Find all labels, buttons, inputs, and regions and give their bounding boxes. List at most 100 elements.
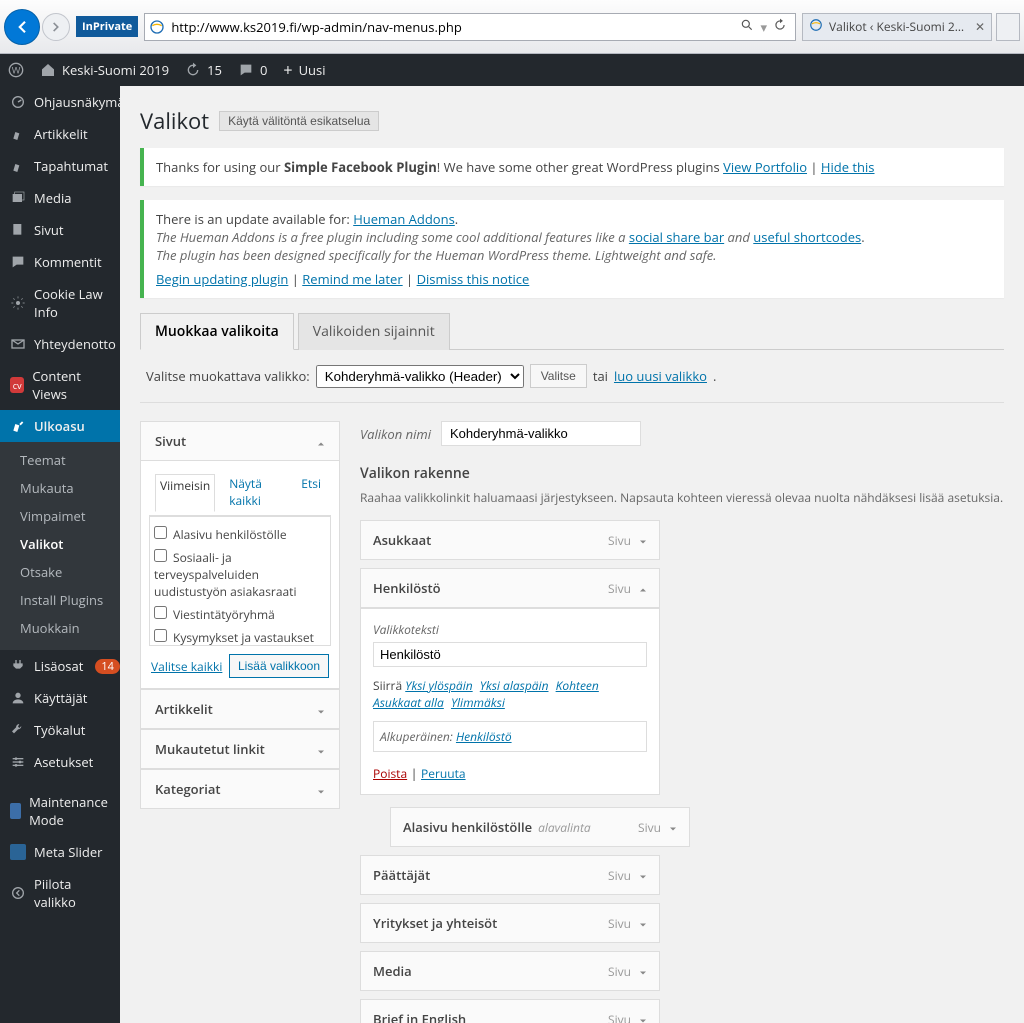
- browser-chrome: InPrivate ▾ Valikot ‹ Keski-Suomi 2019 .…: [0, 0, 1024, 54]
- tab-all[interactable]: Näytä kaikki: [225, 473, 287, 511]
- sidebar-submenu: Teemat Mukauta Vimpaimet Valikot Otsake …: [0, 442, 120, 650]
- submenu-header[interactable]: Otsake: [12, 558, 120, 586]
- sidebar-item-contentviews[interactable]: cvContent Views: [0, 360, 120, 410]
- sidebar-item-contact[interactable]: Yhteydenotto: [0, 328, 120, 360]
- sidebar-item-events[interactable]: Tapahtumat: [0, 150, 120, 182]
- refresh-icon[interactable]: [773, 18, 787, 36]
- add-to-menu-button[interactable]: Lisää valikkoon: [229, 654, 329, 678]
- menu-item-paattajat[interactable]: PäättäjätSivu: [360, 855, 660, 895]
- sidebar-item-pages[interactable]: Sivut: [0, 214, 120, 246]
- chevron-down-icon: [315, 784, 325, 794]
- hueman-addons-link[interactable]: Hueman Addons: [353, 210, 455, 228]
- tab-menu-locations[interactable]: Valikoiden sijainnit: [298, 313, 450, 350]
- page-check[interactable]: Kysymykset ja vastaukset: [154, 626, 326, 646]
- search-icon[interactable]: [740, 18, 754, 36]
- manage-menus-row: Valitse muokattava valikko: Kohderyhmä-v…: [140, 350, 1004, 403]
- page-content: Valikot Käytä välitöntä esikatselua Than…: [120, 86, 1024, 1023]
- menu-item-asukkaat[interactable]: AsukkaatSivu: [360, 520, 660, 560]
- pages-checklist[interactable]: Alasivu henkilöstölle Sosiaali- ja terve…: [149, 516, 331, 646]
- nav-forward-button[interactable]: [42, 13, 70, 41]
- wp-logo[interactable]: W: [8, 62, 24, 78]
- sidebar-item-collapse[interactable]: Piilota valikko: [0, 868, 120, 918]
- submenu-editor[interactable]: Muokkain: [12, 614, 120, 642]
- sidebar-item-media[interactable]: Media: [0, 182, 120, 214]
- page-check[interactable]: Viestintätyöryhmä: [154, 603, 326, 626]
- select-all-link[interactable]: Valitse kaikki: [151, 658, 222, 675]
- remove-link[interactable]: Poista: [373, 765, 407, 782]
- url-input[interactable]: [169, 14, 732, 40]
- chevron-down-icon: [637, 870, 647, 880]
- menu-item-media[interactable]: MediaSivu: [360, 951, 660, 991]
- submenu-menus[interactable]: Valikot: [12, 530, 120, 558]
- menu-select[interactable]: Kohderyhmä-valikko (Header): [316, 365, 524, 388]
- updates-link[interactable]: 15: [185, 61, 222, 79]
- page-check[interactable]: Alasivu henkilöstölle: [154, 523, 326, 546]
- sidebar-item-appearance[interactable]: Ulkoasu: [0, 410, 120, 442]
- sidebar-item-comments[interactable]: Kommentit: [0, 246, 120, 278]
- sidebar-item-tools[interactable]: Työkalut: [0, 714, 120, 746]
- remind-later-link[interactable]: Remind me later: [302, 270, 402, 288]
- admin-sidebar: Ohjausnäkymä Artikkelit Tapahtumat Media…: [0, 86, 120, 1023]
- accordion-pages-head[interactable]: Sivut: [141, 422, 339, 461]
- structure-title: Valikon rakenne: [360, 464, 1004, 483]
- social-share-link[interactable]: social share bar: [629, 228, 724, 246]
- dismiss-notice-link[interactable]: Dismiss this notice: [417, 270, 530, 288]
- chevron-down-icon: [637, 1014, 647, 1023]
- url-bar: ▾: [144, 13, 796, 41]
- sidebar-item-dashboard[interactable]: Ohjausnäkymä: [0, 86, 120, 118]
- sidebar-item-maintenance[interactable]: Maintenance Mode: [0, 786, 120, 836]
- nav-back-button[interactable]: [4, 9, 40, 45]
- view-portfolio-link[interactable]: View Portfolio: [723, 158, 807, 176]
- menu-item-henkilosto[interactable]: HenkilöstöSivu: [360, 568, 660, 608]
- sidebar-item-settings[interactable]: Asetukset: [0, 746, 120, 778]
- sidebar-item-cookie[interactable]: Cookie Law Info: [0, 278, 120, 328]
- ie-icon: [809, 18, 823, 36]
- page-check[interactable]: Sosiaali- ja terveyspalveluiden uudistus…: [154, 546, 326, 603]
- add-items-column: Sivut Viimeisin Näytä kaikki Etsi Alasiv…: [140, 421, 340, 1023]
- select-button[interactable]: Valitse: [530, 364, 587, 388]
- original-link[interactable]: Henkilöstö: [456, 728, 512, 745]
- move-up-link[interactable]: Yksi ylöspäin: [405, 677, 472, 694]
- move-down-link[interactable]: Yksi alaspäin: [480, 677, 549, 694]
- menu-name-input[interactable]: [441, 421, 641, 446]
- sidebar-item-posts[interactable]: Artikkelit: [0, 118, 120, 150]
- menu-item-yritykset[interactable]: Yritykset ja yhteisötSivu: [360, 903, 660, 943]
- hide-this-link[interactable]: Hide this: [821, 158, 875, 176]
- site-link[interactable]: Keski-Suomi 2019: [40, 61, 169, 79]
- cancel-link[interactable]: Peruuta: [421, 765, 466, 782]
- shortcodes-link[interactable]: useful shortcodes: [753, 228, 861, 246]
- move-top-link[interactable]: Ylimmäksi: [451, 694, 505, 711]
- notice-hueman: There is an update available for: Hueman…: [140, 200, 1004, 298]
- close-icon[interactable]: ✕: [975, 18, 985, 35]
- create-menu-link[interactable]: luo uusi valikko: [614, 367, 707, 385]
- arrow-right-icon: [49, 20, 63, 34]
- sidebar-item-users[interactable]: Käyttäjät: [0, 682, 120, 714]
- new-link[interactable]: +Uusi: [283, 59, 325, 81]
- tab-search[interactable]: Etsi: [297, 473, 325, 511]
- tab-recent[interactable]: Viimeisin: [155, 474, 215, 512]
- url-dropdown-icon[interactable]: ▾: [760, 18, 767, 36]
- browser-tab[interactable]: Valikot ‹ Keski-Suomi 2019 ... ✕: [802, 13, 992, 41]
- menu-name-label: Valikon nimi: [360, 425, 431, 443]
- nav-tabs: Muokkaa valikoita Valikoiden sijainnit: [140, 312, 1004, 350]
- submenu-installplugins[interactable]: Install Plugins: [12, 586, 120, 614]
- sidebar-item-plugins[interactable]: Lisäosat14: [0, 650, 120, 682]
- tab-edit-menus[interactable]: Muokkaa valikoita: [140, 313, 294, 350]
- submenu-widgets[interactable]: Vimpaimet: [12, 502, 120, 530]
- menu-item-brief[interactable]: Brief in EnglishSivu: [360, 999, 660, 1023]
- accordion-categories-head[interactable]: Kategoriat: [141, 770, 339, 808]
- nav-label-input[interactable]: [373, 642, 647, 667]
- preview-button[interactable]: Käytä välitöntä esikatselua: [219, 111, 379, 131]
- begin-update-link[interactable]: Begin updating plugin: [156, 270, 288, 288]
- submenu-customize[interactable]: Mukauta: [12, 474, 120, 502]
- notice-facebook: Thanks for using our Simple Facebook Plu…: [140, 148, 1004, 186]
- accordion-articles-head[interactable]: Artikkelit: [141, 690, 339, 728]
- accordion-custom-head[interactable]: Mukautetut linkit: [141, 730, 339, 768]
- menu-item-alasivu[interactable]: Alasivu henkilöstöllealavalintaSivu: [390, 807, 690, 847]
- chevron-down-icon: [667, 822, 677, 832]
- submenu-themes[interactable]: Teemat: [12, 446, 120, 474]
- comments-link[interactable]: 0: [238, 61, 267, 79]
- sidebar-item-metaslider[interactable]: Meta Slider: [0, 836, 120, 868]
- new-tab-button[interactable]: [996, 13, 1020, 41]
- inprivate-badge: InPrivate: [76, 16, 138, 37]
